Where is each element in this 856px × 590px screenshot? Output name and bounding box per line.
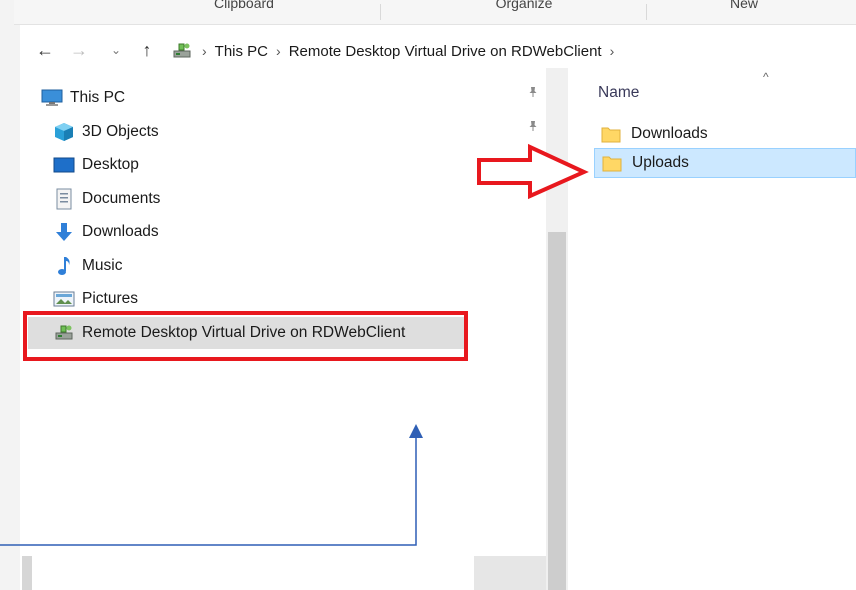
- navigation-bar: ← → ⌄ ↑ › This PC › Remote Desktop Virtu…: [22, 34, 856, 68]
- tree-item-label: Pictures: [82, 290, 138, 307]
- recent-locations-button[interactable]: ⌄: [108, 38, 124, 62]
- tree-item-label: Desktop: [82, 156, 139, 173]
- breadcrumb-chevron-icon[interactable]: ›: [276, 43, 281, 59]
- folder-icon: [601, 124, 623, 144]
- music-icon: [52, 255, 76, 277]
- documents-icon: [52, 188, 76, 210]
- tree-item-downloads[interactable]: Downloads: [52, 216, 159, 248]
- highlight-rectangle: [23, 311, 468, 361]
- chevron-down-icon: ⌄: [110, 43, 122, 57]
- tree-item-documents[interactable]: Documents: [52, 183, 160, 215]
- file-name: Uploads: [632, 154, 689, 171]
- ribbon-group-organize: Organize: [495, 0, 553, 11]
- file-row-uploads[interactable]: Uploads: [594, 148, 856, 178]
- computer-icon: [40, 87, 64, 109]
- tree-item-label: Documents: [82, 190, 161, 207]
- column-header-name[interactable]: Name: [598, 84, 639, 102]
- horizontal-scrollbar-left: [22, 556, 32, 590]
- desktop-icon: [52, 154, 76, 176]
- pin-icon[interactable]: [527, 86, 539, 101]
- scrollbar-thumb[interactable]: [548, 232, 566, 590]
- downloads-icon: [52, 221, 76, 243]
- horizontal-scrollbar[interactable]: [474, 556, 546, 590]
- tree-item-this-pc[interactable]: This PC: [40, 82, 125, 114]
- tree-item-label: Downloads: [82, 223, 159, 240]
- up-arrow-icon: ↑: [142, 39, 152, 60]
- ribbon-separator: [646, 4, 647, 20]
- tree-item-3d-objects[interactable]: 3D Objects: [52, 116, 159, 148]
- file-name: Downloads: [631, 125, 708, 142]
- ribbon-group-new: New: [729, 0, 758, 11]
- back-arrow-icon: ←: [36, 39, 54, 60]
- sort-ascending-icon: ^: [763, 70, 769, 84]
- file-row-downloads[interactable]: Downloads: [594, 119, 856, 149]
- tree-item-label: Music: [82, 257, 123, 274]
- folder-icon: [602, 153, 624, 173]
- ribbon-group-clipboard: Clipboard: [214, 0, 274, 11]
- address-bar[interactable]: › This PC › Remote Desktop Virtual Drive…: [172, 38, 616, 64]
- up-button[interactable]: ↑: [134, 38, 160, 62]
- ribbon-separator: [380, 4, 381, 20]
- window-edge: [0, 0, 20, 590]
- tree-item-label: This PC: [70, 89, 126, 106]
- tree-item-label: 3D Objects: [82, 123, 159, 140]
- tree-item-desktop[interactable]: Desktop: [52, 149, 139, 181]
- ribbon: Clipboard Organize New: [14, 0, 856, 25]
- breadcrumb-remote-drive[interactable]: Remote Desktop Virtual Drive on RDWebCli…: [289, 43, 602, 60]
- 3d-objects-icon: [52, 121, 76, 143]
- forward-arrow-icon: →: [70, 39, 88, 60]
- pin-icon[interactable]: [527, 120, 539, 135]
- back-button[interactable]: ←: [32, 38, 58, 62]
- breadcrumb-this-pc[interactable]: This PC: [215, 43, 268, 60]
- forward-button[interactable]: →: [66, 38, 92, 62]
- network-drive-icon: [172, 42, 192, 60]
- pictures-icon: [52, 288, 76, 310]
- tree-item-music[interactable]: Music: [52, 250, 122, 282]
- breadcrumb-chevron-icon[interactable]: ›: [610, 43, 615, 59]
- breadcrumb-chevron-icon[interactable]: ›: [202, 43, 207, 59]
